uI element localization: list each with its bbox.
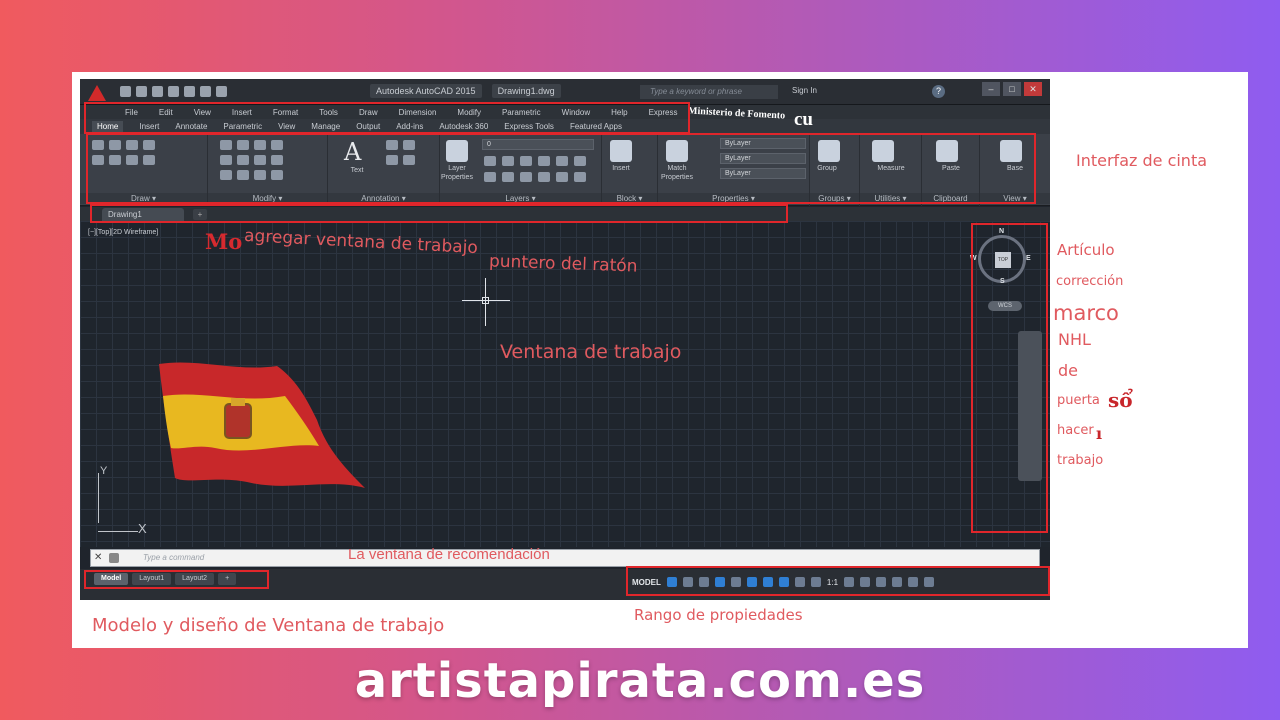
side-label-correccion: corrección	[1056, 274, 1124, 289]
maximize-icon[interactable]: □	[1003, 82, 1021, 96]
viewport-controls[interactable]: [−][Top][2D Wireframe]	[88, 229, 158, 236]
quick-access-toolbar	[120, 86, 227, 97]
ribbon-frame	[86, 133, 1036, 204]
file-tab-frame	[90, 204, 788, 223]
ribbon-interface-label: Interfaz de cinta	[1076, 151, 1208, 170]
close-command-icon[interactable]: ✕	[94, 552, 102, 563]
undo-icon[interactable]	[200, 86, 211, 97]
ucs-x-label: X	[138, 521, 147, 536]
status-bar-frame	[626, 566, 1050, 596]
command-line[interactable]: ✕ Type a command	[90, 549, 1040, 567]
menu-bar-frame	[84, 102, 690, 134]
side-label-so: sổ	[1108, 388, 1133, 412]
model-layout-label: Modelo y diseño de Ventana de trabajo	[92, 615, 445, 636]
crosshair-pickbox	[482, 297, 489, 304]
side-label-de: de	[1058, 361, 1078, 380]
recommendation-window-label: La ventana de recomendación	[348, 546, 550, 563]
print-icon[interactable]	[184, 86, 195, 97]
window-title: Autodesk AutoCAD 2015 Drawing1.dwg	[370, 84, 561, 98]
site-watermark: artistapirata.com.es	[354, 653, 926, 709]
ucs-x-axis	[98, 531, 138, 532]
side-label-puerta: puerta	[1057, 393, 1100, 408]
spanish-flag-image	[157, 360, 367, 490]
side-label-i: ı	[1096, 424, 1103, 443]
open-icon[interactable]	[136, 86, 147, 97]
side-label-trabajo: trabajo	[1057, 453, 1104, 468]
side-label-articulo: Artículo	[1057, 241, 1115, 259]
help-icon[interactable]: ?	[932, 85, 945, 98]
cu-overlay-text: cu	[794, 109, 813, 130]
side-label-marco: marco	[1053, 301, 1119, 325]
search-input[interactable]: Type a keyword or phrase	[640, 85, 778, 99]
close-icon[interactable]: ✕	[1024, 82, 1042, 96]
file-title: Drawing1.dwg	[491, 84, 561, 98]
ucs-y-axis	[98, 473, 99, 523]
mo-label: Mo	[205, 229, 243, 254]
side-label-nhl: NHL	[1058, 330, 1091, 349]
redo-icon[interactable]	[216, 86, 227, 97]
sign-in-button[interactable]: Sign In	[792, 86, 817, 95]
layout-tabs-frame	[84, 570, 269, 589]
properties-range-label: Rango de propiedades	[634, 606, 803, 624]
minimize-icon[interactable]: –	[982, 82, 1000, 96]
navigation-frame	[971, 223, 1048, 533]
new-icon[interactable]	[120, 86, 131, 97]
customize-wrench-icon[interactable]	[109, 553, 119, 563]
save-as-icon[interactable]	[168, 86, 179, 97]
side-label-hacer: hacer	[1057, 423, 1094, 438]
work-window-label: Ventana de trabajo	[500, 341, 682, 363]
app-title: Autodesk AutoCAD 2015	[370, 84, 482, 98]
command-input[interactable]: Type a command	[143, 553, 204, 562]
save-icon[interactable]	[152, 86, 163, 97]
flag-svg	[159, 362, 365, 488]
ucs-y-label: Y	[100, 465, 108, 477]
autocad-logo-icon[interactable]	[88, 85, 106, 101]
window-controls: – □ ✕	[982, 82, 1042, 96]
